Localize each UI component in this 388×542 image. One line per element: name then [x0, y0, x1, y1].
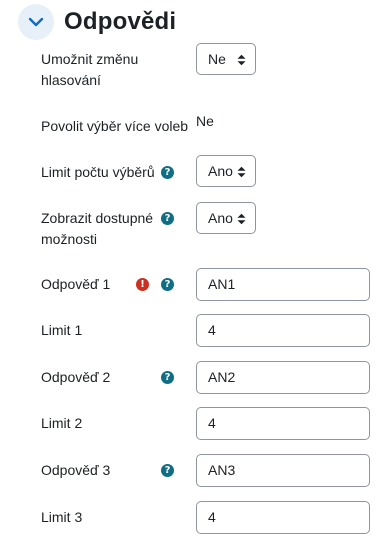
- help-icon[interactable]: ?: [161, 166, 174, 179]
- limit3-input[interactable]: 4: [196, 501, 370, 534]
- limit1-label: Limit 1: [41, 322, 83, 338]
- allow-multiple-label: Povolit výběr více voleb: [41, 118, 189, 134]
- section-header: Odpovědi: [18, 4, 176, 40]
- allow-update-value: Ne: [208, 51, 226, 67]
- option1-input[interactable]: AN1: [196, 268, 370, 301]
- show-available-label: Zobrazit dostupné možnosti: [41, 210, 154, 247]
- help-icon[interactable]: ?: [161, 371, 174, 384]
- option3-label: Odpověď 3: [41, 462, 111, 478]
- limit2-label: Limit 2: [41, 415, 83, 431]
- select-arrows-icon: [237, 44, 246, 74]
- section-title: Odpovědi: [64, 8, 177, 35]
- show-available-select[interactable]: Ano: [196, 202, 256, 234]
- allow-update-select[interactable]: Ne: [196, 43, 256, 75]
- option3-input[interactable]: AN3: [196, 454, 370, 487]
- select-arrows-icon: [237, 156, 246, 186]
- select-arrows-icon: [237, 203, 246, 233]
- help-icon[interactable]: ?: [161, 464, 174, 477]
- help-icon[interactable]: ?: [161, 212, 174, 225]
- show-available-value: Ano: [208, 210, 233, 226]
- allow-multiple-value: Ne: [196, 113, 214, 129]
- limit3-label: Limit 3: [41, 509, 83, 525]
- chevron-down-icon: [28, 17, 44, 27]
- limit1-input[interactable]: 4: [196, 314, 370, 347]
- option2-input[interactable]: AN2: [196, 361, 370, 394]
- allow-update-label: Umožnit změnu hlasování: [41, 51, 139, 88]
- limit2-input[interactable]: 4: [196, 407, 370, 440]
- limit-answers-value: Ano: [208, 163, 233, 179]
- limit-answers-label: Limit počtu výběrů: [41, 164, 155, 180]
- collapse-section-button[interactable]: [18, 4, 54, 40]
- option1-label: Odpověď 1: [41, 276, 111, 292]
- limit-answers-select[interactable]: Ano: [196, 155, 256, 187]
- help-icon[interactable]: ?: [161, 278, 174, 291]
- option2-label: Odpověď 2: [41, 369, 111, 385]
- error-icon[interactable]: !: [136, 278, 149, 291]
